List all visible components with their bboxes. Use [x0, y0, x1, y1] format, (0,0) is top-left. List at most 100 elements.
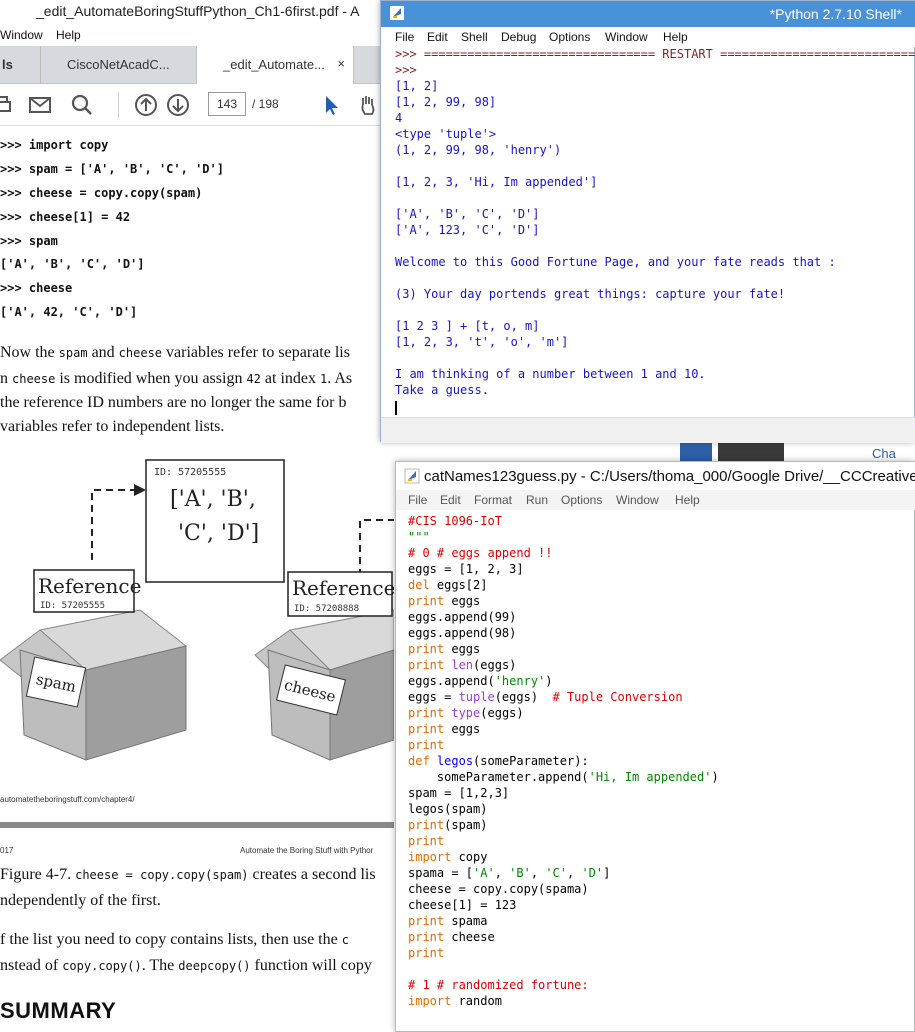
- section-heading-summary: SUMMARY: [0, 998, 117, 1023]
- shell-line: [1, 2]: [395, 79, 439, 93]
- code-line: eggs.append(98): [408, 626, 517, 640]
- idle-editor-window: catNames123guess.py - C:/Users/thoma_000…: [395, 461, 915, 1032]
- code-line: >>> cheese = copy.copy(spam): [0, 185, 203, 200]
- tab-cisco[interactable]: CiscoNetAcadC...: [40, 46, 196, 84]
- shell-line: [1, 2, 99, 98]: [395, 95, 497, 109]
- editor-title: catNames123guess.py - C:/Users/thoma_000…: [424, 468, 915, 485]
- menu-window[interactable]: Window: [0, 28, 43, 42]
- code-line: >>> spam: [0, 233, 58, 248]
- shell-line: [1, 2, 3, 'Hi, Im appended']: [395, 175, 598, 189]
- code-line: def legos(someParameter):: [408, 754, 589, 768]
- background-window-sliver: Cha: [680, 442, 915, 462]
- reference-id-left: ID: 57205555: [40, 601, 105, 611]
- menu-help[interactable]: Help: [56, 28, 81, 42]
- figure-rule: [0, 822, 394, 828]
- close-icon[interactable]: ×: [337, 56, 345, 71]
- menu-edit[interactable]: Edit: [427, 30, 448, 44]
- pdf-menubar: Window Help: [0, 24, 400, 46]
- next-page-icon[interactable]: [166, 93, 190, 117]
- code-line: # 1 # randomized fortune:: [408, 978, 589, 992]
- figure-list-text: ['A', 'B',: [170, 487, 256, 512]
- menu-debug[interactable]: Debug: [501, 30, 536, 44]
- code-line: spam = [1,2,3]: [408, 786, 510, 800]
- code-line: print eggs: [408, 594, 481, 608]
- code-line: >>> cheese[1] = 42: [0, 209, 131, 224]
- menu-help[interactable]: Help: [675, 493, 700, 507]
- code-line: print type(eggs): [408, 706, 524, 720]
- pdf-code-example: >>> import copy >>> spam = ['A', 'B', 'C…: [0, 138, 390, 329]
- idle-feather-icon: [404, 468, 420, 484]
- code-line: print cheese: [408, 930, 495, 944]
- menu-options[interactable]: Options: [561, 493, 602, 507]
- shell-line: 4: [395, 111, 403, 125]
- select-cursor-icon[interactable]: [320, 93, 344, 117]
- shell-line: >>>: [395, 63, 417, 77]
- shell-line: [1, 2, 3, 't', 'o', 'm']: [395, 335, 569, 349]
- tab-tools[interactable]: ls: [0, 46, 38, 84]
- shell-line: (1, 2, 99, 98, 'henry'): [395, 143, 562, 157]
- figure-caption-line2: ndependently of the first.: [0, 892, 161, 909]
- python-shell-window: *Python 2.7.10 Shell* File Edit Shell De…: [380, 0, 915, 443]
- shell-line: Welcome to this Good Fortune Page, and y…: [395, 255, 836, 269]
- previous-page-icon[interactable]: [134, 93, 158, 117]
- code-line: cheese[1] = 123: [408, 898, 517, 912]
- page-number-input[interactable]: 143: [208, 92, 246, 116]
- code-line: print: [408, 738, 445, 752]
- shell-line: [1 2 3 ] + [t, o, m]: [395, 319, 540, 333]
- code-line: import random: [408, 994, 502, 1008]
- paragraph-line: nstead of copy.copy(). The deepcopy() fu…: [0, 957, 372, 974]
- paragraph-line: f the list you need to copy contains lis…: [0, 931, 349, 948]
- figure-id-top: ID: 57205555: [154, 467, 226, 478]
- code-line: # 0 # eggs append !!: [408, 546, 553, 560]
- menu-options[interactable]: Options: [549, 30, 590, 44]
- hand-tool-icon[interactable]: [356, 93, 380, 117]
- code-line: ['A', 'B', 'C', 'D']: [0, 257, 145, 272]
- code-line: print: [408, 946, 445, 960]
- page-total: / 198: [252, 97, 279, 111]
- code-line: spama = ['A', 'B', 'C', 'D']: [408, 866, 611, 880]
- idle-feather-icon: [390, 6, 404, 20]
- tab-automate-active[interactable]: _edit_Automate... ×: [196, 46, 354, 84]
- shell-titlebar[interactable]: *Python 2.7.10 Shell*: [381, 1, 915, 27]
- text-cursor: [395, 401, 397, 415]
- mail-icon[interactable]: [28, 93, 52, 117]
- menu-file[interactable]: File: [395, 30, 414, 44]
- print-icon[interactable]: [0, 93, 14, 117]
- editor-menubar: File Edit Format Run Options Window Help: [396, 490, 915, 510]
- menu-shell[interactable]: Shell: [461, 30, 488, 44]
- tab-automate-label: _edit_Automate...: [223, 57, 325, 72]
- code-line: print eggs: [408, 722, 481, 736]
- pdf-tab-bar: ls CiscoNetAcadC... _edit_Automate... ×: [0, 46, 400, 84]
- menu-help[interactable]: Help: [663, 30, 688, 44]
- shell-line: (3) Your day portends great things: capt…: [395, 287, 786, 301]
- figure-footer: Automate the Boring Stuff with Pythor: [240, 846, 374, 855]
- shell-output[interactable]: >>> ================================ RES…: [395, 47, 915, 417]
- shell-line: <type 'tuple'>: [395, 127, 497, 141]
- menu-window[interactable]: Window: [616, 493, 659, 507]
- editor-code-area[interactable]: #CIS 1096-IoT """ # 0 # eggs append !! eggs…: [408, 514, 914, 1032]
- search-icon[interactable]: [70, 93, 94, 117]
- code-line: print eggs: [408, 642, 481, 656]
- menu-file[interactable]: File: [408, 493, 427, 507]
- code-line: #CIS 1096-IoT: [408, 514, 502, 528]
- menu-window[interactable]: Window: [605, 30, 648, 44]
- code-line: legos(spam): [408, 802, 488, 816]
- code-line: """: [408, 530, 430, 544]
- background-window-block: [718, 442, 784, 462]
- editor-titlebar[interactable]: catNames123guess.py - C:/Users/thoma_000…: [396, 462, 915, 490]
- menu-run[interactable]: Run: [526, 493, 548, 507]
- code-line: >>> import copy: [0, 138, 109, 152]
- pdf-toolbar: [0, 84, 400, 126]
- code-line: >>> cheese: [0, 281, 73, 296]
- background-window-text: Cha: [872, 446, 896, 461]
- reference-label-left: Reference: [38, 574, 141, 598]
- shell-status-bar: [381, 417, 915, 443]
- menu-edit[interactable]: Edit: [440, 493, 461, 507]
- figure-source-url: automatetheboringstuff.com/chapter4/: [0, 795, 135, 804]
- code-line: eggs = [1, 2, 3]: [408, 562, 524, 576]
- menu-format[interactable]: Format: [474, 493, 512, 507]
